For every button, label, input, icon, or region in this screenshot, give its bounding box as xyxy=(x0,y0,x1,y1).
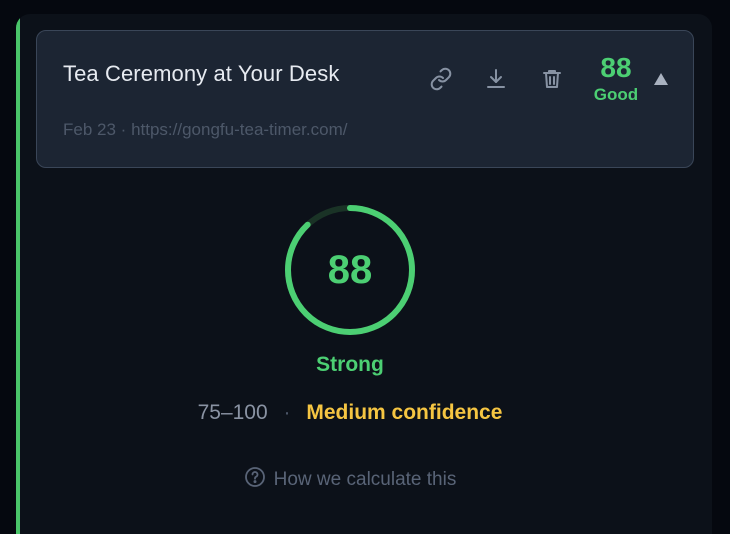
gauge-score-value: 88 xyxy=(327,248,373,292)
card-score-label: Good xyxy=(593,85,639,104)
card-url[interactable]: https://gongfu-tea-timer.com/ xyxy=(131,120,347,139)
link-icon xyxy=(429,67,453,91)
meta-separator: · xyxy=(120,120,127,139)
range-confidence-row: 75–100 · Medium confidence xyxy=(100,401,600,425)
collapse-triangle-icon xyxy=(653,72,669,91)
panel-accent-bar xyxy=(16,14,20,534)
card-meta: Feb 23 · https://gongfu-tea-timer.com/ xyxy=(63,120,347,140)
card-score: 88 Good xyxy=(585,53,647,105)
copy-link-button[interactable] xyxy=(427,65,455,93)
help-text: How we calculate this xyxy=(273,469,457,490)
card-score-value: 88 xyxy=(600,52,632,83)
delete-button[interactable] xyxy=(538,65,566,93)
download-button[interactable] xyxy=(482,65,510,93)
card-date: Feb 23 xyxy=(63,120,116,139)
result-card[interactable]: Tea Ceremony at Your Desk Feb 23 · https… xyxy=(36,30,694,168)
question-circle-icon xyxy=(244,466,274,494)
download-icon xyxy=(484,67,508,91)
how-we-calculate-link[interactable]: How we calculate this xyxy=(200,466,500,494)
confidence-label: Medium confidence xyxy=(306,401,503,424)
range-separator: · xyxy=(283,401,291,424)
trash-icon xyxy=(540,67,564,91)
score-range: 75–100 xyxy=(197,401,268,424)
strength-label: Strong xyxy=(316,353,384,376)
collapse-button[interactable] xyxy=(649,69,673,93)
card-title: Tea Ceremony at Your Desk xyxy=(63,61,340,86)
